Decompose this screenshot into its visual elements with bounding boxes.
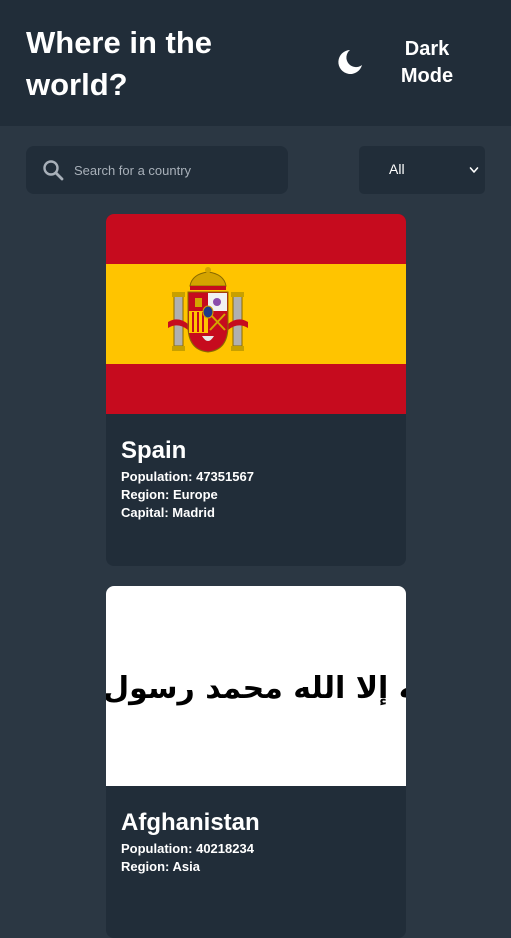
flag-emblem-text: لا إله إلا الله محمد رسول الله xyxy=(106,671,406,706)
country-name: Spain xyxy=(121,437,187,464)
moon-icon xyxy=(338,50,362,74)
search-input[interactable] xyxy=(74,146,279,194)
country-region: Region: Europe xyxy=(121,487,218,502)
country-population: Population: 47351567 xyxy=(121,469,254,484)
region-filter-value: All xyxy=(389,161,405,177)
spain-flag-image xyxy=(106,214,406,414)
chevron-down-icon xyxy=(469,167,479,173)
country-card-body: Afghanistan Population: 40218234 Region:… xyxy=(121,808,391,876)
country-card-body: Spain Population: 47351567 Region: Europ… xyxy=(121,436,391,522)
dark-mode-label: Dark Mode xyxy=(400,38,454,87)
app-header: Where in the world? Dark Mode xyxy=(0,0,511,126)
app-title: Where in the world? xyxy=(26,25,213,102)
dark-mode-toggle[interactable]: Dark Mode xyxy=(330,36,500,92)
country-name: Afghanistan xyxy=(121,809,260,836)
country-region: Region: Asia xyxy=(121,859,200,874)
search-box[interactable] xyxy=(26,146,288,194)
country-card[interactable]: Spain Population: 47351567 Region: Europ… xyxy=(106,214,406,566)
country-population: Population: 40218234 xyxy=(121,841,254,856)
country-capital: Capital: Madrid xyxy=(121,505,215,520)
region-filter-select[interactable]: All xyxy=(359,146,485,194)
afghanistan-flag-image: لا إله إلا الله محمد رسول الله xyxy=(106,586,406,786)
search-icon xyxy=(43,160,64,181)
country-card[interactable]: لا إله إلا الله محمد رسول الله Afghanist… xyxy=(106,586,406,938)
